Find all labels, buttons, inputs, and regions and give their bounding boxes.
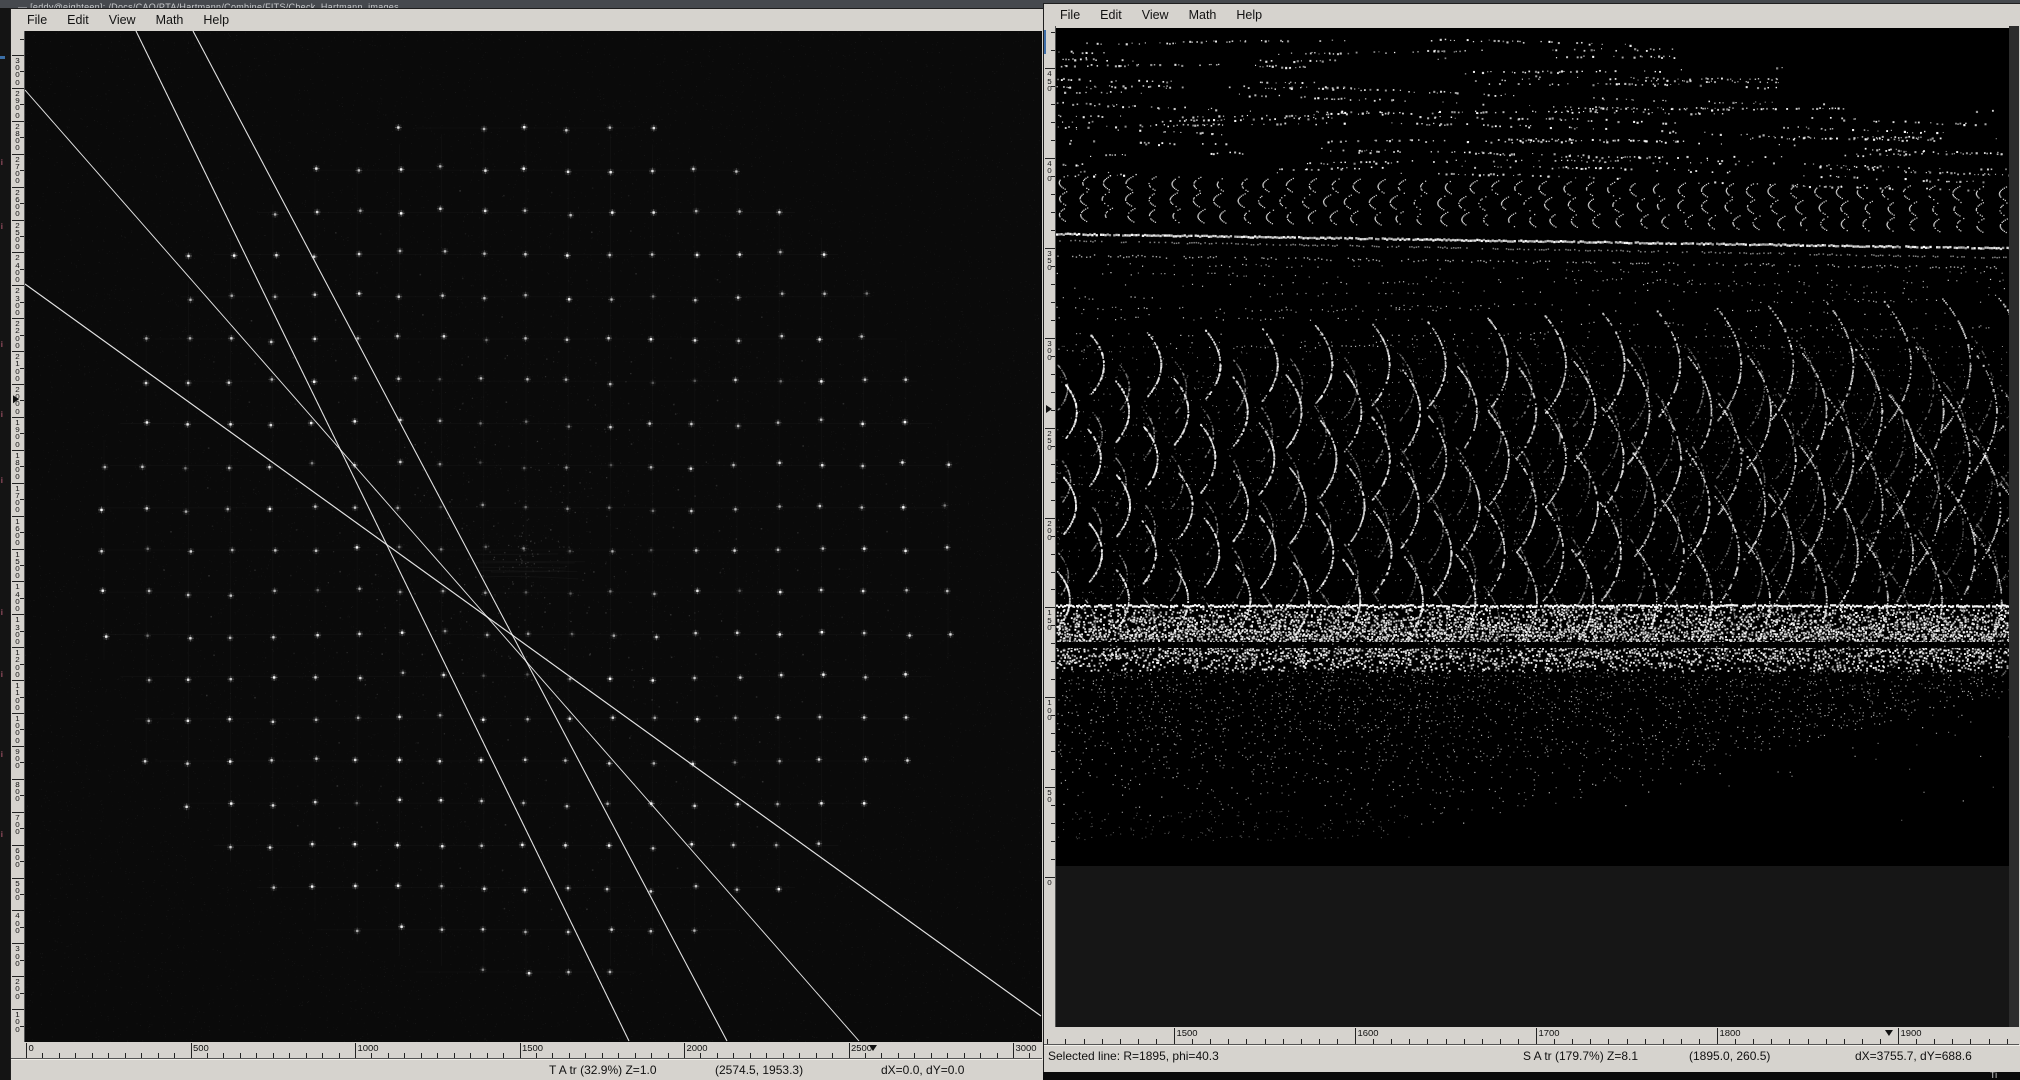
- menu-view[interactable]: View: [99, 10, 146, 30]
- occluded-terminal-text: i: [1, 410, 3, 419]
- image-window-left: File Edit View Math Help T A tr (32.9%) …: [10, 8, 1045, 1080]
- menu-edit[interactable]: Edit: [1090, 5, 1132, 25]
- image-viewport-sinogram[interactable]: [1056, 28, 2009, 866]
- menu-math[interactable]: Math: [1179, 5, 1227, 25]
- selected-line-readout: Selected line: R=1895, phi=40.3: [1048, 1049, 1219, 1063]
- desktop: — [eddy@eighteen]: /Docs/CAO/PTA/Hartman…: [0, 0, 2020, 1080]
- delta-readout: dX=0.0, dY=0.0: [881, 1063, 964, 1077]
- left-statusbar: T A tr (32.9%) Z=1.0 (2574.5, 1953.3) dX…: [11, 1059, 1044, 1080]
- delta-readout: dX=3755.7, dY=688.6: [1855, 1049, 1972, 1063]
- menu-file[interactable]: File: [1050, 5, 1090, 25]
- horizontal-ruler: [1044, 1027, 2019, 1045]
- zoom-mode-readout: T A tr (32.9%) Z=1.0: [549, 1063, 657, 1077]
- horizontal-ruler: [11, 1042, 1042, 1059]
- menu-math[interactable]: Math: [146, 10, 194, 30]
- occluded-terminal-text: i: [1, 340, 3, 349]
- menu-file[interactable]: File: [17, 10, 57, 30]
- image-window-right: File Edit View Math Help Selected line: …: [1043, 3, 2020, 1074]
- cursor-coordinates-readout: (1895.0, 260.5): [1689, 1049, 1770, 1063]
- occluded-terminal-mark: [0, 56, 5, 59]
- occluded-terminal-sliver: i i i i i i i i i: [0, 8, 10, 1080]
- occluded-terminal-text: i: [1, 222, 3, 231]
- vertical-ruler: [1044, 26, 1056, 1027]
- occluded-terminal-text: i: [1, 608, 3, 617]
- right-statusbar: Selected line: R=1895, phi=40.3 S A tr (…: [1044, 1045, 2020, 1072]
- menu-help[interactable]: Help: [193, 10, 239, 30]
- background-window-fragment: Ti: [1043, 1072, 2020, 1080]
- vertical-ruler: [11, 31, 25, 1042]
- occluded-terminal-text: i: [1, 158, 3, 167]
- menu-help[interactable]: Help: [1226, 5, 1272, 25]
- viewport-empty-area: [1056, 866, 2009, 1027]
- cursor-coordinates-readout: (2574.5, 1953.3): [715, 1063, 803, 1077]
- occluded-terminal-text: i: [1, 750, 3, 759]
- occluded-terminal-text: i: [1, 830, 3, 839]
- background-window-fragment-text: Ti: [1990, 1072, 1997, 1080]
- left-menubar: File Edit View Math Help: [11, 9, 1044, 31]
- occluded-terminal-text: i: [1, 476, 3, 485]
- menu-edit[interactable]: Edit: [57, 10, 99, 30]
- right-menubar: File Edit View Math Help: [1044, 4, 2020, 26]
- occluded-terminal-text: i: [1, 670, 3, 679]
- image-viewport-spot-grid[interactable]: [25, 31, 1042, 1042]
- vruler-selection-accent: [1044, 30, 1046, 54]
- menu-view[interactable]: View: [1132, 5, 1179, 25]
- zoom-mode-readout: S A tr (179.7%) Z=8.1: [1523, 1049, 1638, 1063]
- viewport-right-margin: [2009, 26, 2019, 1027]
